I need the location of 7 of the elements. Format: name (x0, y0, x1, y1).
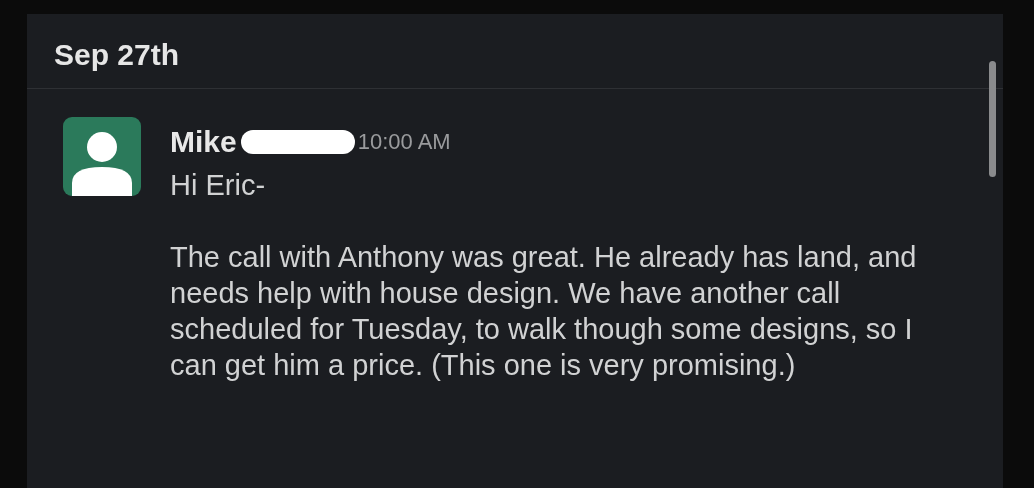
author-name[interactable]: Mike (170, 125, 237, 159)
date-header: Sep 27th (53, 37, 180, 73)
message-text: The call with Anthony was great. He already has land, and needs help with house design. We have another call scheduled for Tuesday, to walk though some designs, so I can get him a price. (This one is very promising.) (170, 240, 918, 383)
greeting-text: Hi Eric- (170, 168, 267, 203)
scrollbar[interactable] (989, 61, 996, 177)
timestamp[interactable]: 10:00 AM (357, 129, 451, 155)
avatar-icon[interactable] (63, 117, 141, 196)
